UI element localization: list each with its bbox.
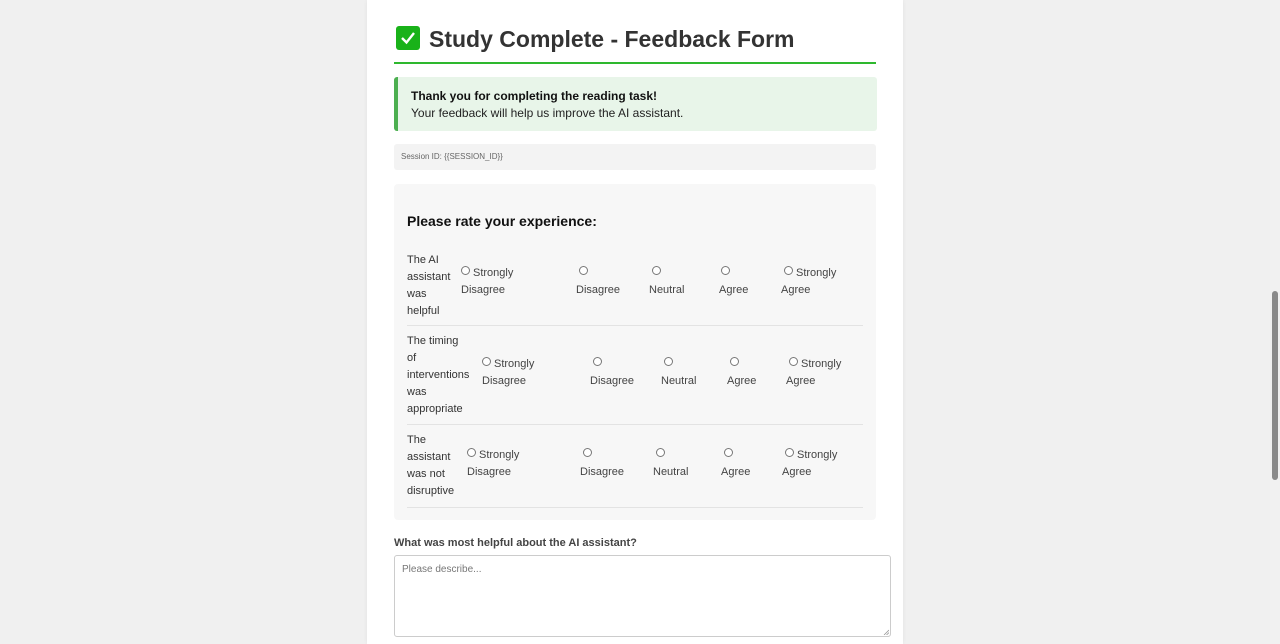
option-disagree[interactable]: Disagree [590, 356, 634, 390]
radio-button[interactable] [652, 266, 661, 275]
option-agree[interactable]: Agree [719, 265, 748, 299]
question-label: The AI assistant was helpful [407, 254, 451, 317]
question-label: The timing of interventions was appropri… [407, 335, 470, 415]
ratings-section: Please rate your experience: The AI assi… [394, 184, 876, 520]
rating-row-timing: The timing of interventions was appropri… [407, 333, 863, 425]
radio-button[interactable] [467, 448, 476, 457]
radio-button[interactable] [730, 357, 739, 366]
option-disagree[interactable]: Disagree [580, 447, 624, 481]
option-disagree[interactable]: Disagree [576, 265, 620, 299]
page-scrollbar[interactable] [1270, 0, 1280, 644]
option-strongly-disagree[interactable]: Strongly Disagree [461, 265, 513, 299]
rating-row-disruptive: The assistant was not disruptive Strongl… [407, 432, 863, 508]
resize-handle-icon[interactable] [883, 629, 889, 635]
option-strongly-agree[interactable]: Strongly Agree [781, 265, 836, 299]
option-strongly-agree[interactable]: Strongly Agree [786, 356, 841, 390]
scrollbar-thumb[interactable] [1272, 291, 1278, 480]
option-neutral[interactable]: Neutral [661, 356, 696, 390]
option-neutral[interactable]: Neutral [649, 265, 684, 299]
radio-button[interactable] [593, 357, 602, 366]
thank-you-heading: Thank you for completing the reading tas… [411, 89, 658, 103]
option-strongly-disagree[interactable]: Strongly Disagree [467, 447, 519, 481]
radio-button[interactable] [579, 266, 588, 275]
radio-button[interactable] [482, 357, 491, 366]
page-header: Study Complete - Feedback Form [394, 24, 876, 64]
ratings-title: Please rate your experience: [407, 213, 597, 229]
radio-button[interactable] [656, 448, 665, 457]
page-title: Study Complete - Feedback Form [429, 26, 795, 52]
question-label: The assistant was not disruptive [407, 434, 455, 497]
rating-row-helpful: The AI assistant was helpful Strongly Di… [407, 252, 863, 326]
option-strongly-disagree[interactable]: Strongly Disagree [482, 356, 534, 390]
radio-button[interactable] [785, 448, 794, 457]
radio-button[interactable] [583, 448, 592, 457]
option-strongly-agree[interactable]: Strongly Agree [782, 447, 837, 481]
radio-button[interactable] [784, 266, 793, 275]
check-mark-icon [396, 26, 420, 50]
thank-you-message: Your feedback will help us improve the A… [411, 106, 684, 120]
helpful-textarea[interactable]: Please describe... [394, 555, 891, 637]
option-neutral[interactable]: Neutral [653, 447, 688, 481]
radio-button[interactable] [461, 266, 470, 275]
radio-button[interactable] [721, 266, 730, 275]
thank-you-banner: Thank you for completing the reading tas… [394, 77, 877, 131]
textarea-placeholder: Please describe... [402, 564, 482, 575]
session-id-text: Session ID: {{SESSION_ID}} [401, 152, 503, 161]
helpful-question-label: What was most helpful about the AI assis… [394, 537, 637, 549]
radio-button[interactable] [789, 357, 798, 366]
radio-button[interactable] [664, 357, 673, 366]
session-id-box: Session ID: {{SESSION_ID}} [394, 144, 876, 170]
option-agree[interactable]: Agree [727, 356, 756, 390]
option-agree[interactable]: Agree [721, 447, 750, 481]
radio-button[interactable] [724, 448, 733, 457]
